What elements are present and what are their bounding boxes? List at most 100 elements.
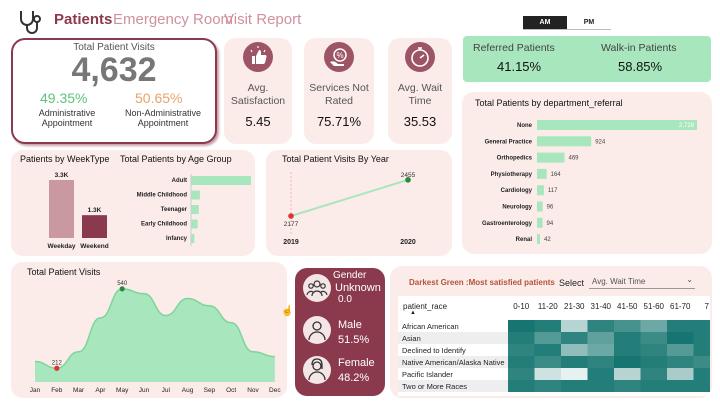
- weektype-bar[interactable]: [82, 215, 107, 238]
- dept-bar[interactable]: [537, 136, 592, 147]
- year-tick-label: 2020: [400, 239, 416, 246]
- svg-text:%: %: [336, 51, 343, 60]
- heatmap-cell[interactable]: [534, 320, 562, 332]
- heatmap-cell[interactable]: [614, 344, 641, 356]
- heatmap-cell[interactable]: [640, 368, 668, 380]
- heatmap-cell[interactable]: [693, 344, 711, 356]
- am-button[interactable]: AM: [523, 16, 567, 29]
- heatmap-column-label[interactable]: 0-10: [513, 302, 530, 311]
- metric-select[interactable]: Avg. Wait Time ⌄: [589, 275, 695, 289]
- heatmap-cell[interactable]: [587, 380, 615, 392]
- heatmap-cell[interactable]: [614, 368, 641, 380]
- heatmap-cell[interactable]: [693, 380, 711, 392]
- heatmap-cell[interactable]: [587, 344, 615, 356]
- heatmap-cell[interactable]: [614, 332, 641, 344]
- heatmap-cell[interactable]: [561, 368, 588, 380]
- not-rated-card: % Services Not Rated 75.71%: [304, 38, 374, 144]
- dept-bar[interactable]: [537, 234, 540, 245]
- monthly-annotation-point[interactable]: [119, 286, 125, 292]
- dept-bar[interactable]: [537, 168, 547, 179]
- heatmap-cell[interactable]: [614, 380, 641, 392]
- heatmap-cell[interactable]: [534, 380, 562, 392]
- nav-emergency-room[interactable]: Emergency Room: [113, 11, 233, 28]
- dept-referral-title: Total Patients by department_referral: [475, 98, 623, 108]
- dept-value-label: 164: [551, 172, 562, 178]
- dept-bar[interactable]: [537, 152, 565, 163]
- total-visits-value: 4,632: [71, 51, 157, 89]
- heatmap-cell[interactable]: [614, 356, 641, 368]
- agegroup-bar[interactable]: [191, 205, 199, 214]
- dept-bar[interactable]: [537, 217, 543, 228]
- heatmap-cell[interactable]: [667, 320, 694, 332]
- heatmap-cell[interactable]: [587, 332, 615, 344]
- heatmap-cell[interactable]: [561, 320, 588, 332]
- heatmap-cell[interactable]: [693, 356, 711, 368]
- heatmap-cell[interactable]: [667, 368, 694, 380]
- nav-visit-report[interactable]: Visit Report: [224, 11, 301, 28]
- male-icon: [303, 316, 331, 344]
- heatmap-cell[interactable]: [640, 380, 668, 392]
- heatmap-column-label[interactable]: 51-60: [644, 302, 665, 311]
- heatmap-cell[interactable]: [561, 380, 588, 392]
- heatmap-column-label[interactable]: 7: [705, 302, 710, 311]
- heatmap-column-label[interactable]: 41-50: [617, 302, 638, 311]
- agegroup-category-label: Infancy: [166, 236, 188, 242]
- heatmap-cell[interactable]: [534, 332, 562, 344]
- heatmap-cell[interactable]: [508, 356, 535, 368]
- heatmap-cell[interactable]: [640, 344, 668, 356]
- heatmap-cell[interactable]: [534, 368, 562, 380]
- dept-bar[interactable]: [537, 120, 697, 130]
- heatmap-cell[interactable]: [667, 332, 694, 344]
- agegroup-bar[interactable]: [191, 234, 195, 243]
- heatmap-column-label[interactable]: 31-40: [591, 302, 612, 311]
- heatmap-cell[interactable]: [508, 320, 535, 332]
- dept-value-label: 96: [547, 205, 554, 211]
- heatmap-cell[interactable]: [667, 356, 694, 368]
- heatmap-cell[interactable]: [561, 344, 588, 356]
- month-tick-label: Feb: [51, 387, 63, 394]
- wait-label: Avg. Wait Time: [388, 82, 452, 108]
- year-point[interactable]: [288, 213, 294, 219]
- heatmap-cell[interactable]: [587, 368, 615, 380]
- heatmap-cell[interactable]: [508, 368, 535, 380]
- agegroup-bar[interactable]: [191, 176, 251, 185]
- nav-patients[interactable]: Patients: [54, 11, 112, 28]
- weektype-value-label: 1.3K: [88, 207, 102, 214]
- heatmap-cell[interactable]: [534, 344, 562, 356]
- heatmap-cell[interactable]: [508, 380, 535, 392]
- heatmap-column-label[interactable]: 61-70: [670, 302, 691, 311]
- heatmap-column-label[interactable]: 11-20: [538, 302, 558, 311]
- heatmap-column-label[interactable]: 21-30: [564, 302, 585, 311]
- heatmap-cell[interactable]: [561, 356, 588, 368]
- heatmap-cell[interactable]: [587, 356, 615, 368]
- heatmap-cell[interactable]: [587, 320, 615, 332]
- admin-pct: 49.35%: [40, 90, 88, 106]
- agegroup-bar[interactable]: [191, 219, 198, 229]
- heatmap-cell[interactable]: [693, 368, 711, 380]
- heatmap-cell[interactable]: [508, 344, 535, 356]
- heatmap-cell[interactable]: [508, 332, 535, 344]
- agegroup-bar[interactable]: [191, 190, 200, 200]
- dept-bar[interactable]: [537, 201, 543, 212]
- heatmap-cell[interactable]: [667, 344, 694, 356]
- pm-button[interactable]: PM: [567, 16, 611, 29]
- agegroup-category-label: Early Childhood: [141, 222, 187, 228]
- heatmap-row-label: Declined to Identify: [402, 346, 466, 355]
- heatmap-cell[interactable]: [614, 320, 641, 332]
- heatmap-cell[interactable]: [640, 332, 668, 344]
- heatmap-cell[interactable]: [693, 332, 711, 344]
- nonadmin-pct: 50.65%: [135, 90, 183, 106]
- heatmap-cell[interactable]: [667, 380, 694, 392]
- heatmap-cell[interactable]: [640, 320, 668, 332]
- heatmap-cell[interactable]: [561, 332, 588, 344]
- wait-label-line2: Time: [408, 95, 432, 107]
- monthly-annotation-point[interactable]: [54, 365, 60, 371]
- heatmap-cell[interactable]: [693, 320, 711, 332]
- heatmap-cell[interactable]: [640, 356, 668, 368]
- dept-category-label: Gastroenterology: [482, 221, 533, 227]
- heatmap-cell[interactable]: [534, 356, 562, 368]
- weektype-bar[interactable]: [49, 180, 74, 238]
- dept-bar[interactable]: [537, 185, 544, 196]
- year-series-line: [290, 178, 409, 217]
- dept-value-label: 117: [548, 188, 558, 194]
